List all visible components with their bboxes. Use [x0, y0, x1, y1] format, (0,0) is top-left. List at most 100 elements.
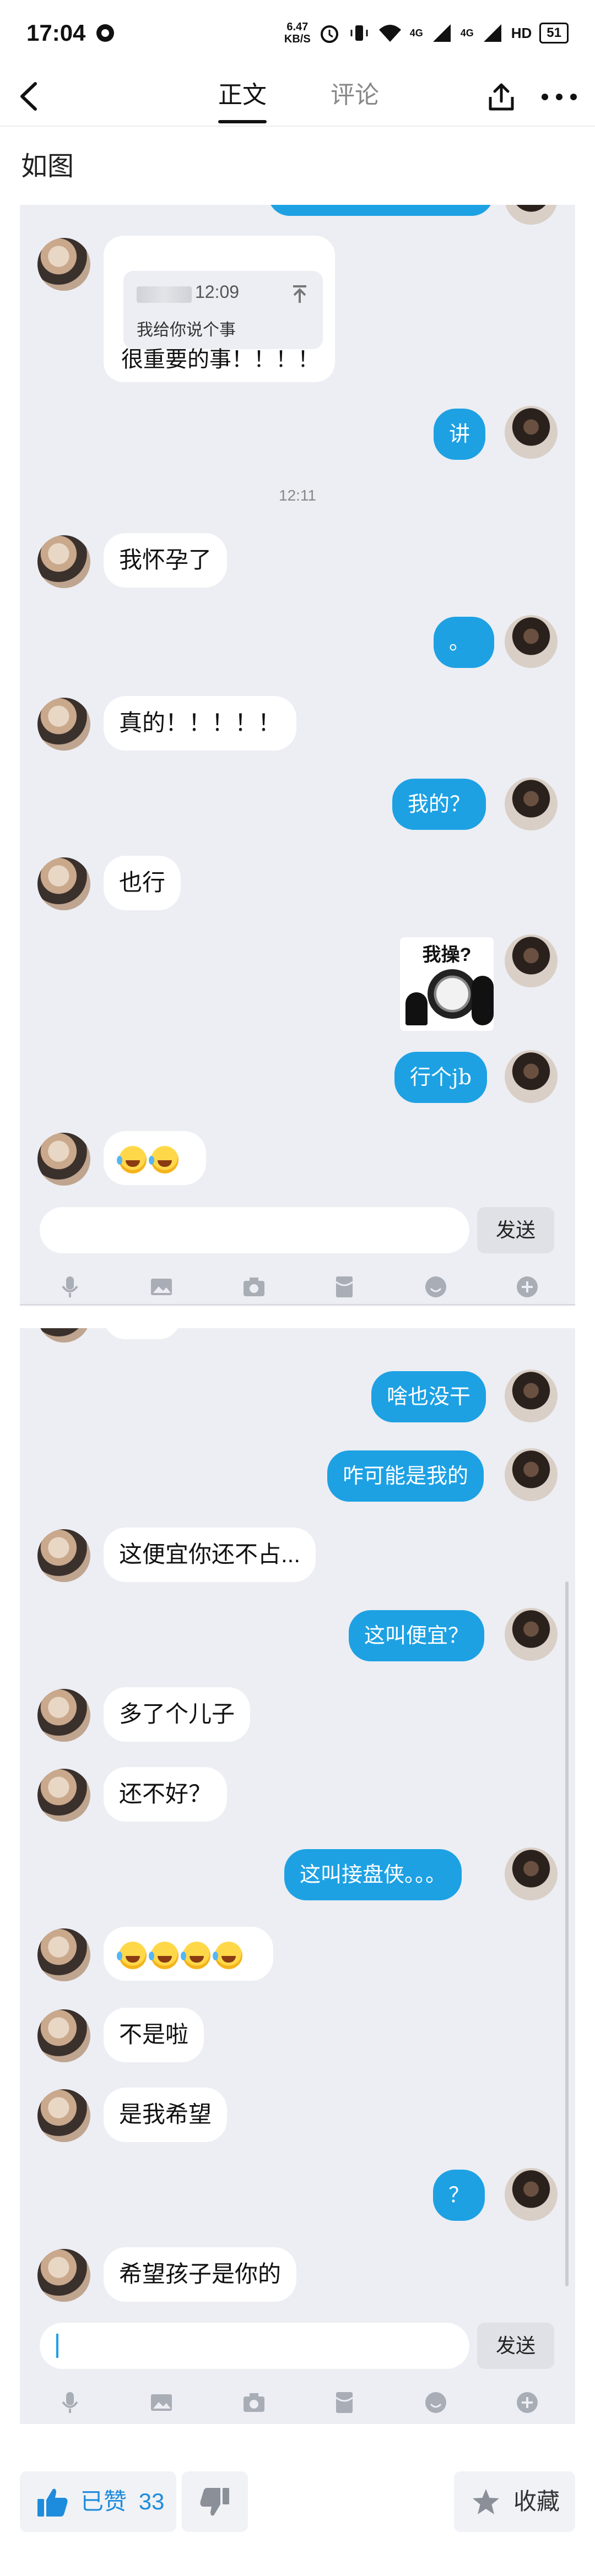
chat-bubble-right: 我的？	[392, 779, 486, 830]
signal-icon-2	[483, 24, 501, 42]
chat-bubble-right: 。	[434, 617, 494, 669]
avatar	[505, 1369, 558, 1422]
plus-icon[interactable]	[515, 1274, 540, 1300]
chat-text: 很重要的事！！！！	[121, 347, 320, 372]
avatar	[505, 615, 558, 668]
image-icon[interactable]	[149, 2390, 174, 2415]
red-packet-icon[interactable]	[332, 1274, 357, 1300]
laugh-emoji-icon	[181, 1941, 210, 1969]
chat-bubble-cut-top	[268, 205, 494, 216]
laugh-emoji-icon	[213, 1941, 242, 1969]
send-button[interactable]: 发送	[477, 1207, 554, 1253]
avatar	[505, 2168, 558, 2221]
camera-icon[interactable]	[241, 2390, 267, 2415]
avatar	[37, 1769, 90, 1822]
avatar	[505, 1847, 558, 1900]
dislike-button[interactable]	[182, 2471, 248, 2532]
chat-bubble-left: 真的！！！！！	[104, 696, 297, 751]
chat-toolbar	[20, 2378, 575, 2424]
back-arrow-icon[interactable]	[11, 77, 50, 116]
chat-bubble-left: 希望孩子是你的	[104, 2247, 297, 2302]
chat-bubble-right: 行个jb	[394, 1052, 488, 1104]
battery-indicator: 51	[539, 23, 569, 44]
chat-timestamp: 12:11	[279, 487, 316, 504]
sticker-face	[428, 969, 477, 1019]
sticker-arm	[472, 976, 494, 1025]
laugh-emoji-icon	[149, 1941, 178, 1969]
avatar	[37, 1928, 90, 1981]
plus-icon[interactable]	[515, 2390, 540, 2415]
chat-screenshot-1: 12:09 我给你说个事 很重要的事！！！！ 讲 12:11 我怀孕了 。 真的…	[20, 205, 575, 1306]
app-notification-icon	[96, 24, 115, 42]
send-button[interactable]: 发送	[477, 2323, 554, 2369]
emoji-icon[interactable]	[423, 2390, 448, 2415]
avatar	[505, 1608, 558, 1661]
vibrate-icon	[350, 25, 368, 41]
liked-label: 已赞	[80, 2488, 127, 2514]
favorite-label: 收藏	[513, 2488, 560, 2514]
laugh-emoji-icon	[117, 1941, 147, 1969]
red-packet-icon[interactable]	[332, 2390, 357, 2415]
chat-bubble-left: 还不好？	[104, 1767, 228, 1822]
chat-toolbar	[20, 1262, 575, 1306]
more-options-icon[interactable]	[537, 80, 581, 113]
signal-label-1: 4G	[409, 27, 423, 39]
avatar	[37, 698, 90, 751]
panel-divider	[20, 1304, 575, 1305]
thumb-up-icon	[37, 2488, 68, 2517]
quoted-message: 12:09 我给你说个事	[123, 271, 323, 349]
sticker-caption: 我操?	[422, 944, 472, 965]
like-button[interactable]: 已赞 33	[20, 2471, 176, 2532]
avatar	[37, 1133, 90, 1186]
favorite-button[interactable]: 收藏	[454, 2471, 575, 2532]
avatar	[37, 2089, 90, 2142]
avatar	[37, 2009, 90, 2062]
bottom-action-bar: 已赞 33 收藏	[0, 2466, 595, 2543]
sticker-arm	[405, 992, 428, 1025]
microphone-icon[interactable]	[57, 1274, 83, 1300]
wifi-icon	[378, 25, 401, 42]
chat-bubble-left: 这便宜你还不占...	[104, 1528, 316, 1582]
nav-bar: 正文 评论	[0, 66, 595, 127]
emoji-icon[interactable]	[423, 1274, 448, 1300]
chat-bubble-right: ？	[433, 2170, 485, 2221]
status-bar: 17:04 6.47 KB/S 4G 4G HD 51	[0, 0, 595, 66]
avatar	[37, 535, 90, 588]
sticker-image: 我操?	[400, 937, 494, 1031]
text-cursor	[56, 2334, 58, 2358]
avatar	[37, 1328, 90, 1343]
chat-bubble-left: 我怀孕了	[104, 533, 228, 588]
chat-bubble-left: 不是啦	[104, 2008, 204, 2062]
chat-bubble-right: 这叫接盘侠。。。	[284, 1849, 462, 1901]
avatar	[505, 1050, 558, 1103]
signal-label-2: 4G	[460, 27, 474, 39]
pin-top-icon	[293, 285, 306, 303]
chat-bubble-cut-top	[104, 1328, 181, 1339]
blurred-name	[137, 286, 192, 303]
thumb-down-icon	[200, 2488, 229, 2516]
alarm-icon	[320, 25, 338, 43]
message-input[interactable]	[40, 1207, 469, 1253]
avatar	[505, 934, 558, 987]
avatar	[505, 406, 558, 459]
image-icon[interactable]	[149, 1274, 174, 1300]
net-speed-unit: KB/S	[284, 33, 311, 45]
microphone-icon[interactable]	[57, 2390, 83, 2415]
chat-bubble-left	[104, 1131, 206, 1185]
share-icon[interactable]	[485, 80, 518, 113]
net-speed: 6.47 KB/S	[284, 21, 311, 45]
scrollbar[interactable]	[565, 1582, 569, 2286]
laugh-emoji-icon	[149, 1145, 178, 1173]
quote-text: 我给你说个事	[137, 321, 236, 339]
camera-icon[interactable]	[241, 1274, 267, 1300]
message-input[interactable]	[40, 2323, 469, 2369]
avatar	[37, 238, 90, 291]
tab-comments[interactable]: 评论	[331, 76, 379, 115]
post-title: 如图	[21, 152, 74, 181]
star-icon	[473, 2489, 499, 2514]
signal-icon-1	[432, 24, 451, 42]
chat-bubble-right: 咋可能是我的	[327, 1450, 484, 1502]
chat-bubble-right: 讲	[434, 409, 486, 460]
chat-screenshot-2: 啥也没干 咋可能是我的 这便宜你还不占... 这叫便宜？ 多了个儿子 还不好？ …	[20, 1328, 575, 2424]
tab-main[interactable]: 正文	[218, 76, 267, 123]
